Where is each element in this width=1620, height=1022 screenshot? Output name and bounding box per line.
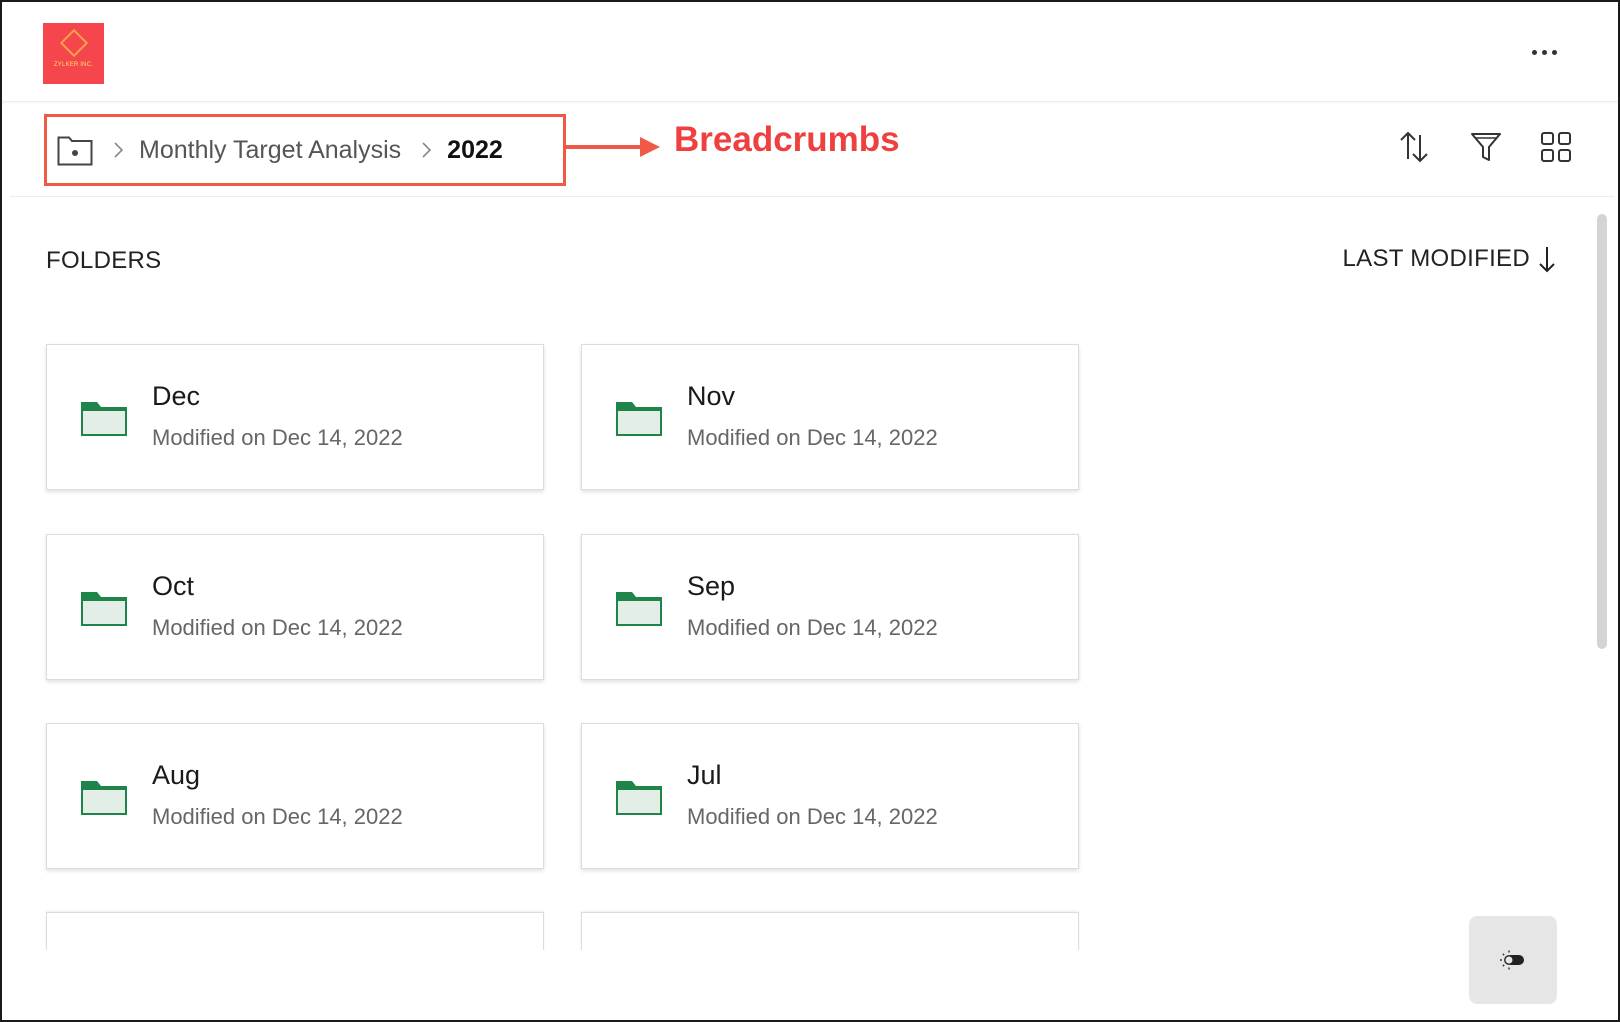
arrow-down-icon — [1539, 247, 1555, 273]
folder-name: Aug — [152, 760, 201, 790]
folder-icon — [81, 402, 127, 436]
folder-name: Jul — [687, 760, 722, 790]
folder-icon — [81, 781, 127, 815]
folder-name: Nov — [687, 381, 736, 411]
folder-card-partial[interactable] — [46, 912, 544, 952]
folder-icon — [616, 592, 662, 626]
breadcrumb-item-monthly-target-analysis[interactable]: Monthly Target Analysis — [139, 136, 401, 165]
folder-card-oct[interactable]: Oct Modified on Dec 14, 2022 — [46, 534, 544, 680]
company-logo[interactable]: ZYLKER INC. — [43, 23, 104, 84]
folder-name: Dec — [152, 381, 201, 411]
folder-card-aug[interactable]: Aug Modified on Dec 14, 2022 — [46, 723, 544, 869]
breadcrumb: Monthly Target Analysis 2022 — [44, 114, 566, 186]
folder-icon — [616, 781, 662, 815]
folder-modified-date: Modified on Dec 14, 2022 — [152, 804, 403, 829]
folder-modified-date: Modified on Dec 14, 2022 — [152, 425, 403, 450]
top-bar: ZYLKER INC. — [2, 2, 1618, 102]
annotation-label: Breadcrumbs — [674, 120, 900, 159]
more-dot-icon — [1551, 49, 1557, 55]
folder-card-sep[interactable]: Sep Modified on Dec 14, 2022 — [581, 534, 1079, 680]
folder-icon — [616, 402, 662, 436]
folder-modified-date: Modified on Dec 14, 2022 — [687, 425, 938, 450]
logo-text: ZYLKER INC. — [53, 62, 94, 68]
app-window: ZYLKER INC. Monthly Target Analysis 2022 — [0, 0, 1620, 1022]
chevron-right-icon — [114, 142, 124, 158]
more-dot-icon — [1531, 49, 1537, 55]
annotation-arrow-icon — [566, 137, 660, 157]
folder-card-nov[interactable]: Nov Modified on Dec 14, 2022 — [581, 344, 1079, 490]
folder-modified-date: Modified on Dec 14, 2022 — [152, 615, 403, 640]
breadcrumb-toolbar: Monthly Target Analysis 2022 Breadcrumbs — [10, 102, 1614, 197]
folder-modified-date: Modified on Dec 14, 2022 — [687, 615, 938, 640]
logo-diamond-icon — [59, 28, 88, 58]
more-options-button[interactable] — [1526, 40, 1562, 64]
folder-icon — [81, 592, 127, 626]
folder-name: Oct — [152, 571, 195, 601]
folder-card-dec[interactable]: Dec Modified on Dec 14, 2022 — [46, 344, 544, 490]
sort-label: LAST MODIFIED — [1342, 245, 1530, 272]
folder-card-partial[interactable] — [581, 912, 1079, 952]
theme-toggle-icon — [1500, 950, 1524, 970]
chevron-right-icon — [422, 142, 432, 158]
filter-icon[interactable] — [1468, 129, 1504, 165]
section-title-folders: FOLDERS — [46, 247, 162, 274]
folder-name: Sep — [687, 571, 736, 601]
folder-card-jul[interactable]: Jul Modified on Dec 14, 2022 — [581, 723, 1079, 869]
folder-modified-date: Modified on Dec 14, 2022 — [687, 804, 938, 829]
vertical-scrollbar[interactable] — [1597, 214, 1607, 649]
breadcrumb-current: 2022 — [447, 135, 503, 164]
more-dot-icon — [1541, 49, 1547, 55]
sort-icon[interactable] — [1396, 129, 1432, 165]
sort-by-last-modified-button[interactable]: LAST MODIFIED — [1343, 245, 1557, 273]
content-clip-area — [4, 950, 1404, 1020]
theme-toggle-button[interactable] — [1469, 916, 1557, 1004]
breadcrumb-root-folder-icon[interactable] — [57, 134, 93, 166]
grid-view-icon[interactable] — [1538, 129, 1574, 165]
